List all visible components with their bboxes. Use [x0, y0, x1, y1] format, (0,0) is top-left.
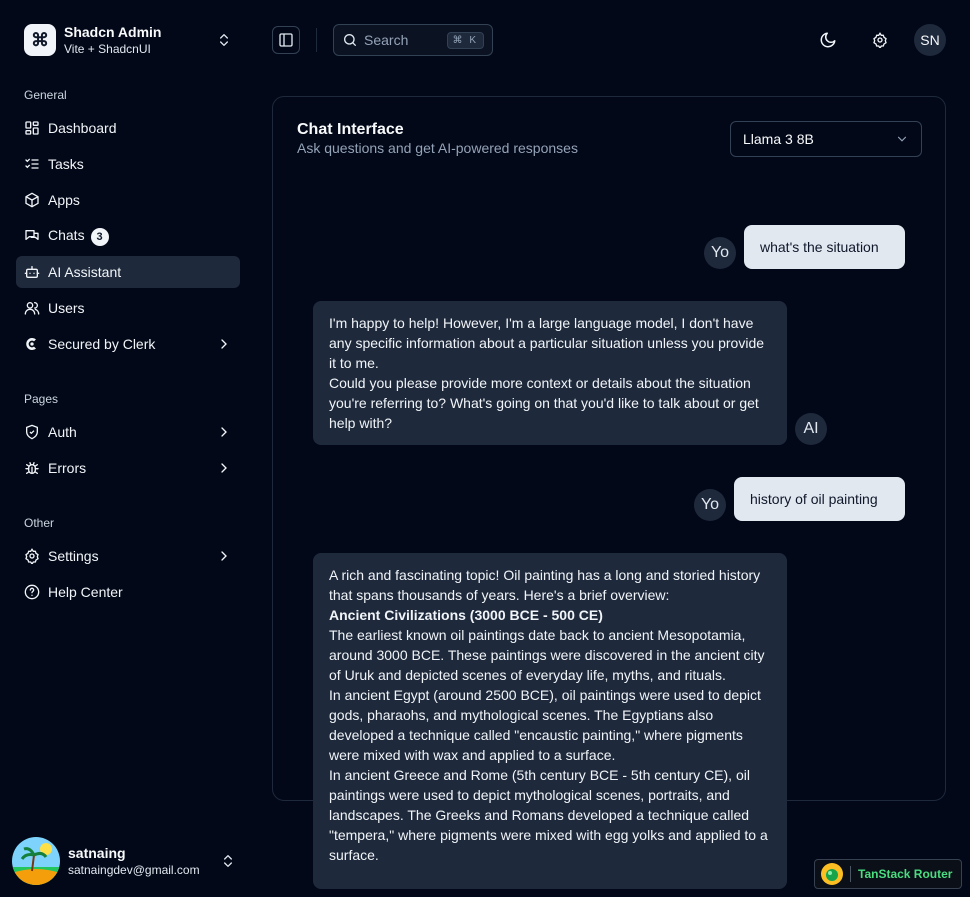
sidebar: ⌘ Shadcn Admin Vite + ShadcnUI General D… [0, 0, 256, 897]
clerk-icon [24, 336, 40, 352]
sidebar-item-label: Chats [48, 226, 85, 243]
help-circle-icon [24, 584, 40, 600]
user-menu[interactable]: satnaing satnaingdev@gmail.com [8, 833, 240, 889]
sidebar-item-label: Tasks [48, 156, 84, 172]
message-paragraph: The earliest known oil paintings date ba… [329, 627, 765, 683]
sidebar-item-help-center[interactable]: Help Center [16, 576, 240, 608]
robot-icon [24, 264, 40, 280]
chevron-right-icon [216, 548, 232, 564]
tanstack-label: TanStack Router [858, 867, 953, 881]
chevron-right-icon [216, 424, 232, 440]
ai-avatar: AI [795, 413, 827, 445]
settings-icon [24, 548, 40, 564]
message-paragraph: In ancient Egypt (around 2500 BCE), oil … [329, 687, 761, 763]
chats-count-badge: 3 [90, 227, 109, 246]
group-label-other: Other [24, 516, 55, 530]
sidebar-item-dashboard[interactable]: Dashboard [16, 112, 240, 144]
sidebar-item-tasks[interactable]: Tasks [16, 148, 240, 180]
sidebar-item-label: Dashboard [48, 120, 117, 136]
user-message: history of oil painting [734, 477, 905, 521]
sidebar-toggle-button[interactable] [272, 26, 300, 54]
messages-icon [24, 228, 40, 244]
search-shortcut: ⌘ K [446, 31, 484, 49]
sidebar-item-auth[interactable]: Auth [16, 416, 240, 448]
package-icon [24, 192, 40, 208]
search-label: Search [364, 32, 409, 48]
tanstack-logo-icon [821, 863, 843, 885]
sidebar-item-settings[interactable]: Settings [16, 540, 240, 572]
shield-check-icon [24, 424, 40, 440]
chevron-right-icon [216, 336, 232, 352]
list-checks-icon [24, 156, 40, 172]
user-avatar: Yo [694, 489, 726, 521]
team-name: Shadcn Admin [64, 24, 162, 40]
theme-toggle-button[interactable] [812, 24, 844, 56]
sidebar-item-label: Secured by Clerk [48, 336, 156, 352]
sidebar-item-secured-by-clerk[interactable]: Secured by Clerk [16, 328, 240, 360]
settings-button[interactable] [864, 24, 896, 56]
user-avatar: Yo [704, 237, 736, 269]
sidebar-item-apps[interactable]: Apps [16, 184, 240, 216]
ai-message: I'm happy to help! However, I'm a large … [313, 301, 787, 445]
group-label-general: General [24, 88, 67, 102]
command-icon: ⌘ [24, 24, 56, 56]
team-plan: Vite + ShadcnUI [64, 42, 151, 56]
chevrons-up-down-icon [224, 855, 232, 867]
user-email: satnaingdev@gmail.com [68, 863, 200, 877]
sidebar-item-label: Errors [48, 460, 87, 476]
page-subtitle: Ask questions and get AI-powered respons… [297, 140, 578, 156]
panel-left-icon [279, 33, 293, 47]
message-heading: Ancient Civilizations (3000 BCE - 500 CE… [329, 607, 603, 623]
header-divider [316, 28, 317, 52]
chevron-down-icon [897, 136, 907, 142]
gear-icon [873, 32, 887, 48]
sidebar-item-label: Help Center [48, 584, 123, 600]
page-title: Chat Interface [297, 121, 404, 138]
sidebar-item-errors[interactable]: Errors [16, 452, 240, 484]
search-icon [344, 34, 356, 46]
group-label-pages: Pages [24, 392, 59, 406]
avatar [12, 837, 60, 885]
sidebar-item-chats[interactable]: Chats 3 [16, 220, 240, 252]
chevron-right-icon [216, 460, 232, 476]
tanstack-router-devtools-button[interactable]: TanStack Router [814, 859, 962, 889]
message-paragraph: A rich and fascinating topic! Oil painti… [329, 567, 761, 603]
model-select-value: Llama 3 8B [743, 131, 814, 147]
chevrons-up-down-icon [220, 34, 228, 46]
user-message: what's the situation [744, 225, 905, 269]
sidebar-item-users[interactable]: Users [16, 292, 240, 324]
model-select[interactable]: Llama 3 8B [730, 121, 922, 157]
team-switcher[interactable]: ⌘ Shadcn Admin Vite + ShadcnUI [16, 16, 240, 64]
sidebar-item-label: Auth [48, 424, 77, 440]
users-icon [24, 300, 40, 316]
bug-icon [24, 460, 40, 476]
layout-dashboard-icon [24, 120, 40, 136]
moon-icon [820, 32, 836, 48]
sidebar-item-label: Apps [48, 192, 80, 208]
message-paragraph: I'm happy to help! However, I'm a large … [329, 315, 765, 371]
sidebar-item-label: Settings [48, 548, 99, 564]
ai-message: A rich and fascinating topic! Oil painti… [313, 553, 787, 889]
sidebar-item-ai-assistant[interactable]: AI Assistant [16, 256, 240, 288]
search-button[interactable]: Search ⌘ K [333, 24, 493, 56]
message-paragraph: In ancient Greece and Rome (5th century … [329, 767, 768, 863]
message-paragraph: Could you please provide more context or… [329, 375, 759, 431]
sidebar-item-label: Users [48, 300, 85, 316]
profile-avatar-button[interactable]: SN [914, 24, 946, 56]
sidebar-item-label: AI Assistant [48, 264, 122, 280]
user-name: satnaing [68, 845, 126, 861]
